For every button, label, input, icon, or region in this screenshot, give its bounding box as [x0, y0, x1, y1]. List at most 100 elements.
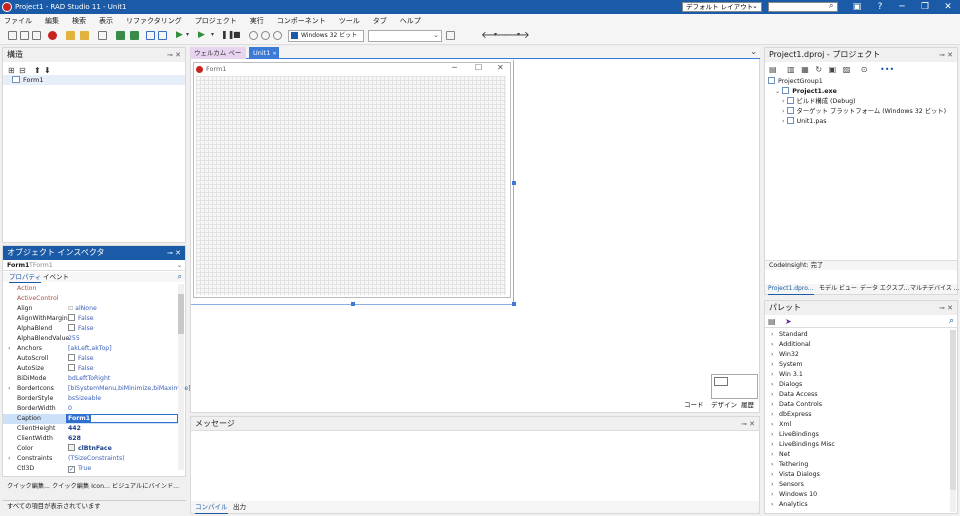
- run-without-debug-icon[interactable]: ▶: [198, 30, 205, 40]
- property-value[interactable]: clBtnFace: [68, 444, 112, 454]
- save-all-icon[interactable]: [130, 31, 139, 40]
- checkbox-icon[interactable]: [68, 364, 75, 371]
- palette-category[interactable]: › Windows 10: [771, 490, 817, 500]
- open-project-icon[interactable]: [32, 31, 41, 40]
- property-row[interactable]: Action: [3, 284, 181, 294]
- property-value[interactable]: [akLeft,akTop]: [68, 344, 112, 354]
- cursor-icon[interactable]: ➤: [785, 317, 792, 326]
- palette-category[interactable]: › Tethering: [771, 460, 808, 470]
- tab-history[interactable]: 履歴: [741, 400, 754, 410]
- run-to-cursor-icon[interactable]: [273, 31, 282, 40]
- expand-all-icon[interactable]: ⊞: [8, 66, 15, 75]
- refresh-icon[interactable]: ↻: [815, 65, 822, 74]
- property-value[interactable]: False: [68, 364, 94, 374]
- menu-project[interactable]: プロジェクト: [195, 16, 237, 26]
- palette-category[interactable]: › System: [771, 360, 802, 370]
- property-row[interactable]: AlphaBlend False: [3, 324, 181, 334]
- menu-tabs[interactable]: タブ: [373, 16, 387, 26]
- menu-file[interactable]: ファイル: [4, 16, 32, 26]
- project-tree-node[interactable]: ⌄ Project1.exe: [775, 87, 837, 96]
- tab-welcome-page[interactable]: ウェルカム ページ: [190, 47, 246, 69]
- checkbox-icon[interactable]: [68, 324, 75, 331]
- property-value[interactable]: ✓ True: [68, 464, 91, 474]
- form-design-grid[interactable]: [196, 76, 506, 295]
- pin-close-icon[interactable]: ⊸ ✕: [939, 301, 953, 315]
- open-folder-icon[interactable]: [66, 31, 75, 40]
- palette-search-input[interactable]: [797, 318, 937, 327]
- property-value[interactable]: Form1: [66, 414, 178, 423]
- property-row[interactable]: › Anchors [akLeft,akTop]: [3, 344, 181, 354]
- property-value[interactable]: False: [68, 354, 94, 364]
- palette-category[interactable]: › Analytics: [771, 500, 808, 510]
- component-selector[interactable]: Form1 TForm1 ⌄: [3, 261, 185, 271]
- chevron-down-icon[interactable]: ▾: [494, 31, 497, 38]
- chevron-down-icon[interactable]: ⌄: [750, 47, 757, 56]
- search-icon[interactable]: ⌕: [178, 272, 182, 282]
- desktop-layout-icon[interactable]: ▣: [845, 0, 869, 14]
- menu-component[interactable]: コンポーネント: [277, 16, 326, 26]
- pin-close-icon[interactable]: ⊸ ✕: [167, 48, 181, 62]
- menu-edit[interactable]: 編集: [45, 16, 59, 26]
- palette-scrollbar[interactable]: [950, 330, 956, 512]
- tab-project[interactable]: Project1.dpro...: [768, 284, 814, 295]
- property-row[interactable]: Color clBtnFace: [3, 444, 181, 454]
- project-tree-node[interactable]: › Unit1.pas: [782, 117, 827, 126]
- expand-icon[interactable]: ›: [8, 384, 10, 394]
- property-value[interactable]: bdLeftToRight: [68, 374, 110, 384]
- palette-category[interactable]: › LiveBindings: [771, 430, 819, 440]
- menu-help[interactable]: ヘルプ: [400, 16, 421, 26]
- palette-category[interactable]: › LiveBindings Misc: [771, 440, 835, 450]
- tab-output[interactable]: 出力: [233, 501, 246, 513]
- property-scrollbar[interactable]: [178, 284, 184, 470]
- checkbox-icon[interactable]: [68, 354, 75, 361]
- restore-button[interactable]: ❐: [913, 0, 937, 14]
- resize-handle[interactable]: [351, 302, 355, 306]
- search-icon[interactable]: ⌕: [949, 316, 954, 326]
- property-row[interactable]: AutoSize False: [3, 364, 181, 374]
- configuration-selector[interactable]: [368, 30, 442, 42]
- palette-category[interactable]: › Sensors: [771, 480, 804, 490]
- property-row[interactable]: ClientHeight 442: [3, 424, 181, 434]
- menu-refactor[interactable]: リファクタリング: [126, 16, 182, 26]
- more-icon[interactable]: •••: [880, 65, 894, 74]
- palette-category[interactable]: › Xml: [771, 420, 791, 430]
- property-row[interactable]: Align ⊡ alNone: [3, 304, 181, 314]
- stop-icon[interactable]: ■: [233, 30, 241, 39]
- property-row[interactable]: Ctl3D ✓ True: [3, 464, 181, 474]
- resize-handle[interactable]: [512, 302, 516, 306]
- tab-properties[interactable]: プロパティ: [9, 272, 42, 283]
- new-project-icon[interactable]: ▤: [769, 65, 777, 74]
- menu-search[interactable]: 検索: [72, 16, 86, 26]
- property-row[interactable]: BorderStyle bsSizeable: [3, 394, 181, 404]
- property-row[interactable]: › BorderIcons [biSystemMenu,biMinimize,biM…: [3, 384, 191, 394]
- tab-design[interactable]: デザイン: [709, 400, 739, 410]
- property-row[interactable]: AlphaBlendValue 255: [3, 334, 181, 344]
- move-down-icon[interactable]: ⬇: [44, 66, 51, 75]
- collapse-all-icon[interactable]: ⊟: [19, 66, 26, 75]
- property-row[interactable]: Caption Form1: [3, 414, 181, 424]
- property-value[interactable]: 628: [68, 434, 81, 444]
- menu-view[interactable]: 表示: [99, 16, 113, 26]
- property-row[interactable]: AlignWithMargins False: [3, 314, 181, 324]
- remove-icon[interactable]: [48, 31, 57, 40]
- inspector-quick-links[interactable]: クイック編集... クイック編集 Icon... ビジュアルにバインド...: [2, 479, 186, 497]
- checkbox-icon[interactable]: [68, 314, 75, 321]
- palette-category[interactable]: › Net: [771, 450, 790, 460]
- tab-code[interactable]: コード: [684, 400, 704, 410]
- menu-run[interactable]: 実行: [250, 16, 264, 26]
- form-position-preview[interactable]: [711, 374, 758, 399]
- palette-category[interactable]: › Win 3.1: [771, 370, 803, 380]
- new-items-icon[interactable]: [20, 31, 29, 40]
- palette-category[interactable]: › Dialogs: [771, 380, 802, 390]
- property-value[interactable]: 442: [68, 424, 81, 434]
- palette-category[interactable]: › Win32: [771, 350, 799, 360]
- help-icon[interactable]: ?: [868, 0, 892, 14]
- property-value[interactable]: [biSystemMenu,biMinimize,biMaximize]: [68, 384, 191, 394]
- project-tree-node[interactable]: › ターゲット プラットフォーム (Windows 32 ビット): [782, 107, 946, 116]
- chevron-down-icon[interactable]: ▾: [517, 31, 520, 38]
- layout-selector[interactable]: デフォルト レイアウト: [682, 2, 762, 12]
- platform-selector[interactable]: Windows 32 ビット: [288, 30, 364, 42]
- step-over-icon[interactable]: [261, 31, 270, 40]
- pin-close-icon[interactable]: ⊸ ✕: [939, 48, 953, 62]
- close-button[interactable]: ✕: [936, 0, 960, 14]
